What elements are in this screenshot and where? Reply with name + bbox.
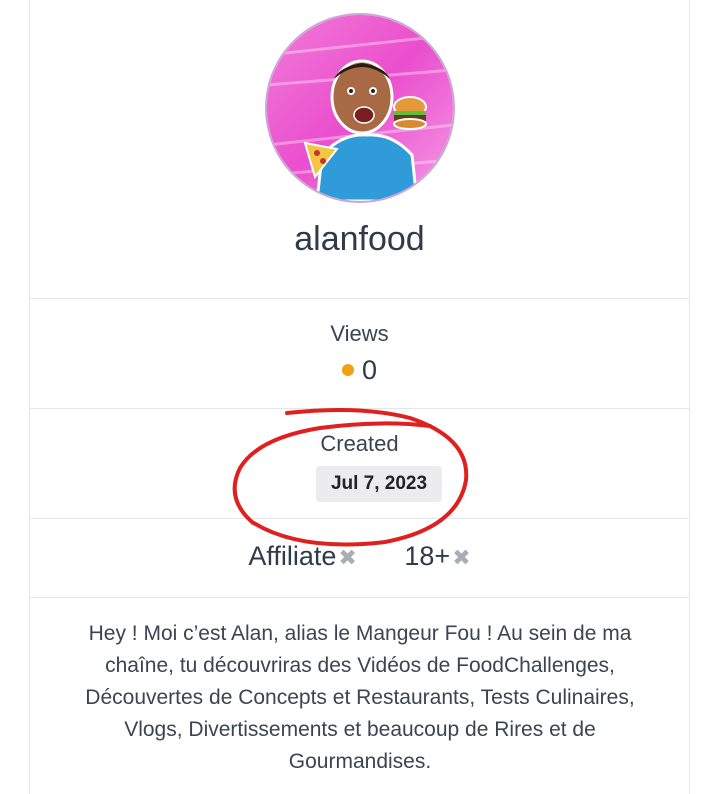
views-section: Views 0 <box>30 299 689 409</box>
views-count: 0 <box>361 355 378 385</box>
tag-list: Affiliate✖ 18+✖ <box>30 541 689 572</box>
tags-section: Affiliate✖ 18+✖ <box>30 519 689 598</box>
profile-card: alanfood Views 0 Created Jul 7, 2023 Aff… <box>29 0 690 794</box>
views-value: 0 <box>30 355 689 386</box>
remove-tag-icon[interactable]: ✖ <box>338 545 356 570</box>
status-dot-icon <box>341 363 354 376</box>
username: alanfood <box>294 220 425 258</box>
avatar-section: alanfood <box>30 0 689 299</box>
created-label: Created <box>320 431 399 456</box>
remove-tag-icon[interactable]: ✖ <box>452 545 470 570</box>
tag-18-plus: 18+✖ <box>404 541 470 572</box>
profile-avatar[interactable] <box>265 13 455 203</box>
bio-section: Hey ! Moi c’est Alan, alias le Mangeur F… <box>30 598 689 794</box>
views-label: Views <box>330 321 389 346</box>
created-date-badge: Jul 7, 2023 <box>316 466 442 502</box>
profile-bio: Hey ! Moi c’est Alan, alias le Mangeur F… <box>85 622 635 773</box>
tag-affiliate: Affiliate✖ <box>248 541 357 572</box>
created-section: Created Jul 7, 2023 <box>30 409 689 519</box>
tag-label: Affiliate <box>248 541 337 571</box>
tag-label: 18+ <box>404 541 451 571</box>
avatar-illustration-icon <box>267 15 453 201</box>
